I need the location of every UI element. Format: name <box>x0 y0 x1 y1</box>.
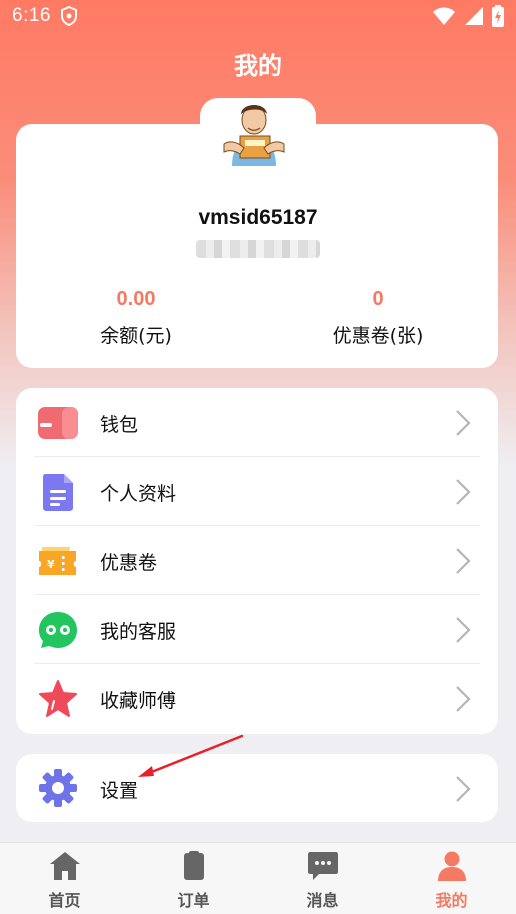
worker-avatar-icon <box>223 105 285 166</box>
home-icon <box>50 852 80 880</box>
page-title: 我的 <box>234 52 282 80</box>
balance-label: 余额(元) <box>100 325 172 347</box>
battery-icon <box>492 5 504 27</box>
menu-item-wallet[interactable]: 钱包 <box>16 388 498 457</box>
message-icon <box>308 852 338 880</box>
coupon-stat[interactable]: 0 优惠卷(张) <box>298 288 458 348</box>
menu-item-label: 优惠卷 <box>100 552 158 574</box>
menu-item-profile[interactable]: 个人资料 <box>16 457 498 526</box>
svg-text:¥: ¥ <box>47 558 55 571</box>
coupon-value: 0 <box>372 288 384 310</box>
nav-item-home[interactable]: 首页 <box>0 843 129 914</box>
menu-item-label: 钱包 <box>100 414 139 436</box>
person-icon <box>438 851 466 881</box>
bottom-nav: 首页 订单 消息 我的 <box>0 842 516 914</box>
nav-label: 订单 <box>177 891 210 910</box>
order-icon <box>184 851 204 880</box>
settings-card[interactable]: 设置 <box>16 754 498 822</box>
menu-card: 钱包 个人资料 ¥ 优惠卷 我的客服 收藏师傅 <box>16 388 498 734</box>
username: vmsid65187 <box>198 206 318 229</box>
chevron-right-icon <box>456 548 471 574</box>
wallet-icon <box>38 407 78 439</box>
balance-stat[interactable]: 0.00 余额(元) <box>56 288 216 348</box>
balance-value: 0.00 <box>116 288 156 310</box>
signal-icon <box>465 7 483 25</box>
nav-label: 首页 <box>48 891 81 910</box>
nav-label: 我的 <box>435 891 468 910</box>
chevron-right-icon <box>456 776 471 802</box>
menu-item-label: 收藏师傅 <box>100 690 177 712</box>
status-icons <box>432 5 504 27</box>
menu-item-favorite-masters[interactable]: 收藏师傅 <box>16 664 498 733</box>
avatar[interactable] <box>214 96 294 166</box>
nav-item-messages[interactable]: 消息 <box>258 843 387 914</box>
chevron-right-icon <box>456 479 471 505</box>
coupon-label: 优惠卷(张) <box>332 325 424 347</box>
nav-item-orders[interactable]: 订单 <box>129 843 258 914</box>
chat-bubble-icon <box>39 612 77 648</box>
nav-label: 消息 <box>306 891 339 910</box>
menu-item-label: 我的客服 <box>100 621 177 643</box>
wifi-icon <box>433 7 455 25</box>
nav-item-mine[interactable]: 我的 <box>387 843 516 914</box>
star-icon <box>39 680 77 717</box>
phone-number-redacted <box>196 240 320 258</box>
chevron-right-icon <box>456 686 471 712</box>
status-bar: 6:16 <box>0 0 516 32</box>
chevron-right-icon <box>456 617 471 643</box>
settings-label: 设置 <box>100 780 139 802</box>
menu-item-label: 个人资料 <box>100 483 177 505</box>
document-icon <box>43 474 73 511</box>
gear-icon <box>39 769 77 807</box>
chevron-right-icon <box>456 410 471 436</box>
coupon-icon: ¥ <box>39 547 76 575</box>
menu-item-customer-service[interactable]: 我的客服 <box>16 595 498 664</box>
menu-item-coupon[interactable]: ¥ 优惠卷 <box>16 526 498 595</box>
status-time: 6:16 <box>12 5 51 26</box>
shield-icon <box>61 6 77 26</box>
